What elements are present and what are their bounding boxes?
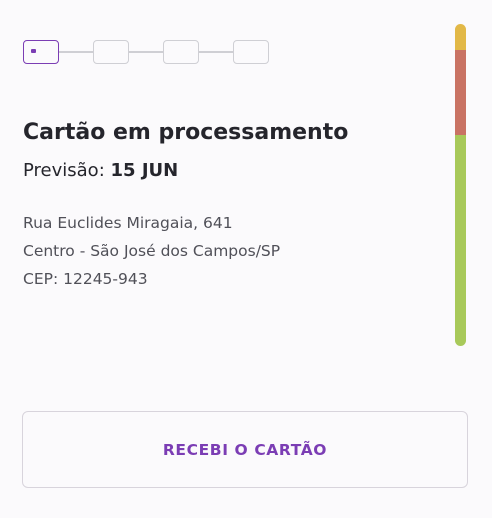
- status-segment-red: [455, 50, 466, 135]
- address-zip: CEP: 12245-943: [23, 270, 148, 288]
- step-connector: [199, 51, 233, 53]
- step-connector: [129, 51, 163, 53]
- card-received-button[interactable]: RECEBI O CARTÃO: [22, 411, 468, 488]
- address-street: Rua Euclides Miragaia, 641: [23, 214, 233, 232]
- step-4: [233, 40, 269, 64]
- step-3: [163, 40, 199, 64]
- status-color-bar: [455, 24, 466, 346]
- address-district-city: Centro - São José dos Campos/SP: [23, 242, 281, 260]
- card-progress-stepper: [23, 38, 269, 66]
- delivery-forecast: Previsão: 15 JUN: [23, 160, 178, 181]
- step-2: [93, 40, 129, 64]
- status-segment-green: [455, 135, 466, 346]
- forecast-label: Previsão:: [23, 160, 105, 181]
- step-connector: [59, 51, 93, 53]
- step-indicator-dot: [31, 49, 36, 53]
- card-status-title: Cartão em processamento: [23, 120, 349, 145]
- delivery-address: Rua Euclides Miragaia, 641 Centro - São …: [23, 209, 280, 293]
- step-1-current: [23, 40, 59, 64]
- status-segment-yellow: [455, 24, 466, 50]
- forecast-date: 15 JUN: [110, 160, 179, 181]
